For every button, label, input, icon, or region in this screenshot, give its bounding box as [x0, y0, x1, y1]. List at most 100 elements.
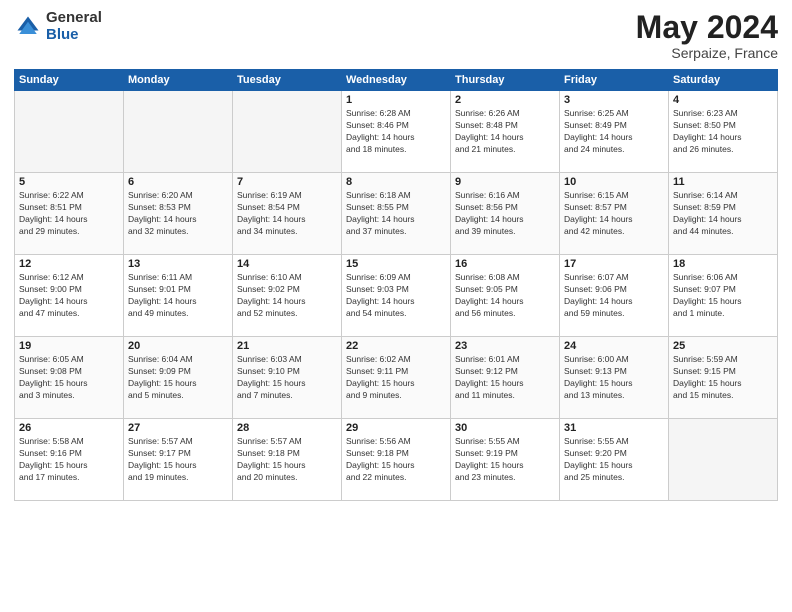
calendar-cell: 20 Sunrise: 6:04 AM Sunset: 9:09 PM Dayli… — [124, 337, 233, 419]
day-content: Sunrise: 5:57 AM Sunset: 9:18 PM Dayligh… — [237, 436, 337, 484]
calendar-week-row: 1Sunrise: 6:28 AM Sunset: 8:46 PM Daylig… — [15, 91, 778, 173]
calendar-cell: 16Sunrise: 6:08 AM Sunset: 9:05 PM Dayli… — [451, 255, 560, 337]
calendar-cell: 7 Sunrise: 6:19 AM Sunset: 8:54 PM Daylig… — [233, 173, 342, 255]
calendar-cell — [124, 91, 233, 173]
day-header: Saturday — [669, 70, 778, 91]
day-number: 18 — [673, 258, 773, 270]
calendar-cell: 19 Sunrise: 6:05 AM Sunset: 9:08 PM Dayli… — [15, 337, 124, 419]
day-content: Sunrise: 6:16 AM Sunset: 8:56 PM Dayligh… — [455, 190, 555, 238]
calendar-cell: 23Sunrise: 6:01 AM Sunset: 9:12 PM Dayli… — [451, 337, 560, 419]
calendar-cell: 27 Sunrise: 5:57 AM Sunset: 9:17 PM Dayli… — [124, 419, 233, 501]
title-block: May 2024 Serpaize, France — [636, 10, 778, 61]
day-number: 3 — [564, 94, 664, 106]
calendar-cell: 6Sunrise: 6:20 AM Sunset: 8:53 PM Daylig… — [124, 173, 233, 255]
day-number: 7 — [237, 176, 337, 188]
calendar-week-row: 5 Sunrise: 6:22 AM Sunset: 8:51 PM Daylig… — [15, 173, 778, 255]
day-number: 17 — [564, 258, 664, 270]
logo-general-text: General — [46, 10, 102, 27]
calendar-cell: 5 Sunrise: 6:22 AM Sunset: 8:51 PM Daylig… — [15, 173, 124, 255]
calendar-cell: 28Sunrise: 5:57 AM Sunset: 9:18 PM Dayli… — [233, 419, 342, 501]
day-number: 9 — [455, 176, 555, 188]
calendar-cell: 13 Sunrise: 6:11 AM Sunset: 9:01 PM Dayli… — [124, 255, 233, 337]
day-number: 10 — [564, 176, 664, 188]
calendar-cell: 29 Sunrise: 5:56 AM Sunset: 9:18 PM Dayli… — [342, 419, 451, 501]
day-number: 22 — [346, 340, 446, 352]
day-number: 11 — [673, 176, 773, 188]
day-number: 19 — [19, 340, 119, 352]
day-content: Sunrise: 5:56 AM Sunset: 9:18 PM Dayligh… — [346, 436, 446, 484]
day-content: Sunrise: 6:04 AM Sunset: 9:09 PM Dayligh… — [128, 354, 228, 402]
day-content: Sunrise: 6:10 AM Sunset: 9:02 PM Dayligh… — [237, 272, 337, 320]
location: Serpaize, France — [636, 45, 778, 61]
calendar-header-row: SundayMondayTuesdayWednesdayThursdayFrid… — [15, 70, 778, 91]
day-number: 31 — [564, 422, 664, 434]
calendar-week-row: 12Sunrise: 6:12 AM Sunset: 9:00 PM Dayli… — [15, 255, 778, 337]
calendar-cell: 18 Sunrise: 6:06 AM Sunset: 9:07 PM Dayli… — [669, 255, 778, 337]
day-header: Tuesday — [233, 70, 342, 91]
day-header: Wednesday — [342, 70, 451, 91]
day-content: Sunrise: 6:22 AM Sunset: 8:51 PM Dayligh… — [19, 190, 119, 238]
day-number: 12 — [19, 258, 119, 270]
calendar-week-row: 26 Sunrise: 5:58 AM Sunset: 9:16 PM Dayli… — [15, 419, 778, 501]
day-content: Sunrise: 6:15 AM Sunset: 8:57 PM Dayligh… — [564, 190, 664, 238]
day-content: Sunrise: 6:18 AM Sunset: 8:55 PM Dayligh… — [346, 190, 446, 238]
day-number: 26 — [19, 422, 119, 434]
calendar-cell: 1Sunrise: 6:28 AM Sunset: 8:46 PM Daylig… — [342, 91, 451, 173]
day-content: Sunrise: 6:26 AM Sunset: 8:48 PM Dayligh… — [455, 108, 555, 156]
day-header: Thursday — [451, 70, 560, 91]
calendar-cell: 30 Sunrise: 5:55 AM Sunset: 9:19 PM Dayli… — [451, 419, 560, 501]
day-content: Sunrise: 5:57 AM Sunset: 9:17 PM Dayligh… — [128, 436, 228, 484]
day-number: 25 — [673, 340, 773, 352]
logo-icon — [14, 13, 42, 41]
day-header: Monday — [124, 70, 233, 91]
day-content: Sunrise: 6:07 AM Sunset: 9:06 PM Dayligh… — [564, 272, 664, 320]
day-content: Sunrise: 6:25 AM Sunset: 8:49 PM Dayligh… — [564, 108, 664, 156]
day-content: Sunrise: 6:11 AM Sunset: 9:01 PM Dayligh… — [128, 272, 228, 320]
day-content: Sunrise: 6:05 AM Sunset: 9:08 PM Dayligh… — [19, 354, 119, 402]
calendar-cell: 24 Sunrise: 6:00 AM Sunset: 9:13 PM Dayli… — [560, 337, 669, 419]
day-content: Sunrise: 6:06 AM Sunset: 9:07 PM Dayligh… — [673, 272, 773, 320]
day-number: 29 — [346, 422, 446, 434]
day-content: Sunrise: 6:00 AM Sunset: 9:13 PM Dayligh… — [564, 354, 664, 402]
day-content: Sunrise: 6:23 AM Sunset: 8:50 PM Dayligh… — [673, 108, 773, 156]
month-title: May 2024 — [636, 10, 778, 45]
calendar-cell: 21Sunrise: 6:03 AM Sunset: 9:10 PM Dayli… — [233, 337, 342, 419]
day-content: Sunrise: 6:14 AM Sunset: 8:59 PM Dayligh… — [673, 190, 773, 238]
day-number: 20 — [128, 340, 228, 352]
calendar-cell: 26 Sunrise: 5:58 AM Sunset: 9:16 PM Dayli… — [15, 419, 124, 501]
calendar-cell: 9 Sunrise: 6:16 AM Sunset: 8:56 PM Daylig… — [451, 173, 560, 255]
day-content: Sunrise: 6:08 AM Sunset: 9:05 PM Dayligh… — [455, 272, 555, 320]
day-number: 27 — [128, 422, 228, 434]
logo: General Blue — [14, 10, 102, 43]
day-content: Sunrise: 6:19 AM Sunset: 8:54 PM Dayligh… — [237, 190, 337, 238]
calendar-cell: 15Sunrise: 6:09 AM Sunset: 9:03 PM Dayli… — [342, 255, 451, 337]
day-content: Sunrise: 5:55 AM Sunset: 9:19 PM Dayligh… — [455, 436, 555, 484]
day-number: 24 — [564, 340, 664, 352]
calendar-cell: 11 Sunrise: 6:14 AM Sunset: 8:59 PM Dayli… — [669, 173, 778, 255]
day-content: Sunrise: 6:02 AM Sunset: 9:11 PM Dayligh… — [346, 354, 446, 402]
day-header: Sunday — [15, 70, 124, 91]
calendar-cell: 8Sunrise: 6:18 AM Sunset: 8:55 PM Daylig… — [342, 173, 451, 255]
day-content: Sunrise: 5:55 AM Sunset: 9:20 PM Dayligh… — [564, 436, 664, 484]
calendar-cell — [669, 419, 778, 501]
calendar-cell: 2 Sunrise: 6:26 AM Sunset: 8:48 PM Daylig… — [451, 91, 560, 173]
day-content: Sunrise: 6:03 AM Sunset: 9:10 PM Dayligh… — [237, 354, 337, 402]
day-number: 23 — [455, 340, 555, 352]
calendar-cell: 3 Sunrise: 6:25 AM Sunset: 8:49 PM Daylig… — [560, 91, 669, 173]
calendar-cell: 12Sunrise: 6:12 AM Sunset: 9:00 PM Dayli… — [15, 255, 124, 337]
calendar-cell: 14 Sunrise: 6:10 AM Sunset: 9:02 PM Dayli… — [233, 255, 342, 337]
day-number: 2 — [455, 94, 555, 106]
day-number: 5 — [19, 176, 119, 188]
day-number: 13 — [128, 258, 228, 270]
calendar-page: General Blue May 2024 Serpaize, France S… — [0, 0, 792, 612]
calendar-cell: 25Sunrise: 5:59 AM Sunset: 9:15 PM Dayli… — [669, 337, 778, 419]
day-header: Friday — [560, 70, 669, 91]
calendar-cell: 22 Sunrise: 6:02 AM Sunset: 9:11 PM Dayli… — [342, 337, 451, 419]
day-number: 30 — [455, 422, 555, 434]
day-content: Sunrise: 6:28 AM Sunset: 8:46 PM Dayligh… — [346, 108, 446, 156]
day-number: 6 — [128, 176, 228, 188]
day-number: 14 — [237, 258, 337, 270]
day-content: Sunrise: 6:09 AM Sunset: 9:03 PM Dayligh… — [346, 272, 446, 320]
header: General Blue May 2024 Serpaize, France — [14, 10, 778, 61]
day-content: Sunrise: 5:58 AM Sunset: 9:16 PM Dayligh… — [19, 436, 119, 484]
